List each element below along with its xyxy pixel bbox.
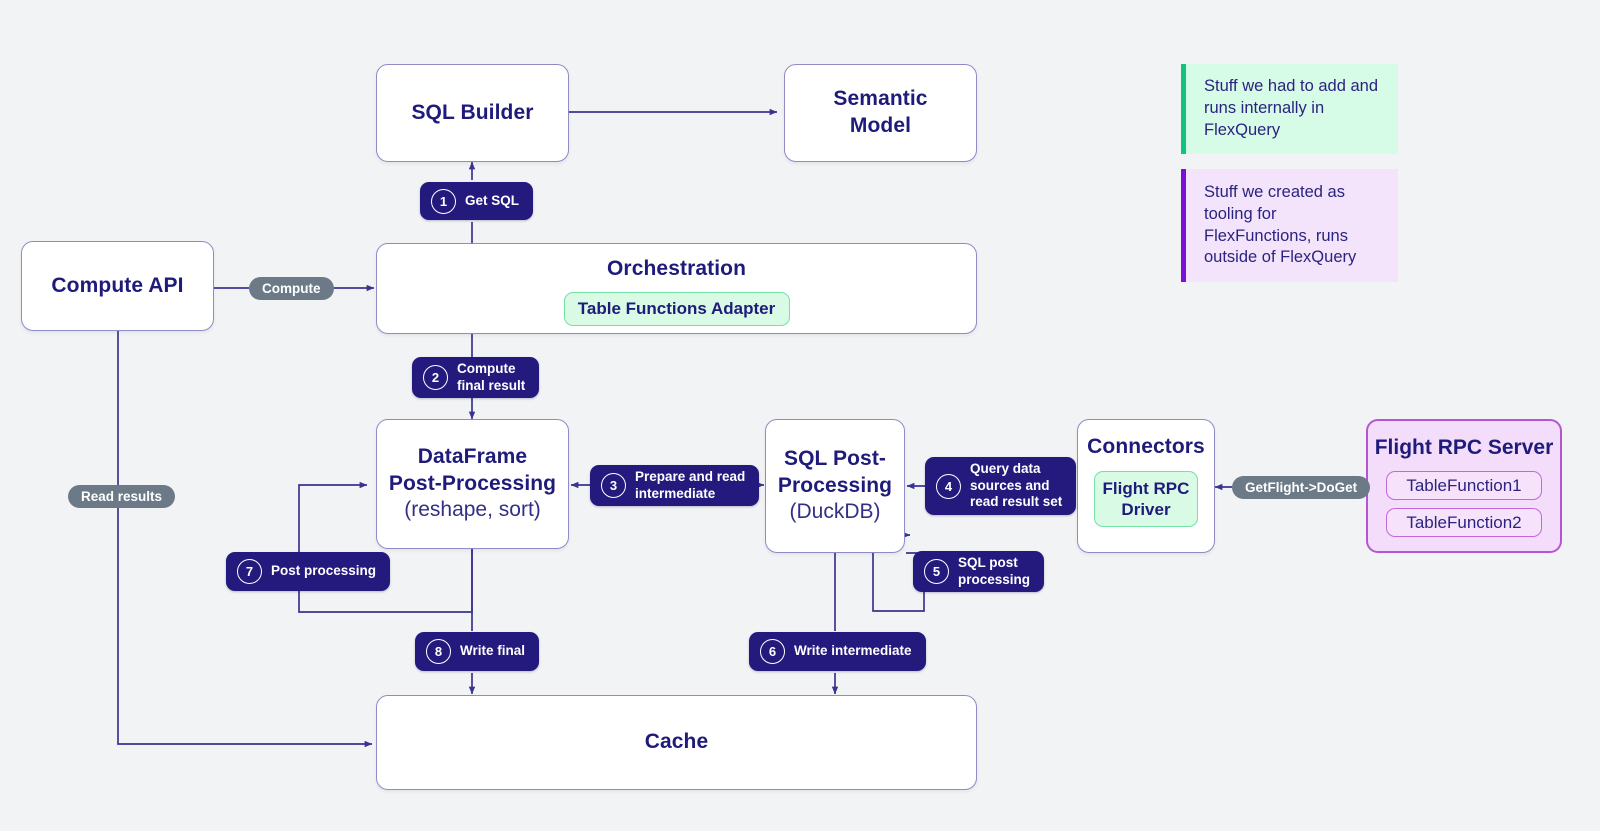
sql-builder-title: SQL Builder [411,100,534,124]
edge-label-get-flight-doget: GetFlight->DoGet [1232,476,1371,499]
step-badge-3[interactable]: 3 Prepare and read intermediate [590,465,760,506]
step-2-label: Compute final result [457,361,526,393]
step-badge-7[interactable]: 7 Post processing [226,552,391,591]
node-connectors[interactable]: Connectors Flight RPC Driver [1077,419,1215,553]
step-8-number: 8 [426,639,451,664]
step-badge-5[interactable]: 5 SQL post processing [913,551,1045,592]
step-6-number: 6 [760,639,785,664]
step-6-label: Write intermediate [794,643,912,659]
step-5-label: SQL post processing [958,555,1031,587]
node-dataframe-post-processing[interactable]: DataFrame Post-Processing (reshape, sort… [376,419,569,549]
edge-label-compute: Compute [249,277,334,300]
flight-rpc-server-title: Flight RPC Server [1374,436,1554,459]
step-4-number: 4 [936,473,961,499]
cache-title: Cache [644,730,709,754]
node-compute-api[interactable]: Compute API [21,241,214,331]
legend-external-text: Stuff we created as tooling for FlexFunc… [1186,169,1398,282]
edge-label-read-results: Read results [68,485,176,508]
step-badge-6[interactable]: 6 Write intermediate [749,632,926,671]
step-1-label: Get SQL [465,192,520,208]
step-5-number: 5 [924,559,949,584]
step-badge-8[interactable]: 8 Write final [415,632,540,671]
panel-flight-rpc-server[interactable]: Flight RPC Server TableFunction1 TableFu… [1366,419,1562,553]
step-2-number: 2 [423,365,448,390]
node-cache[interactable]: Cache [376,695,977,790]
dataframe-post-subtitle: (reshape, sort) [404,498,541,522]
table-functions-adapter-chip[interactable]: Table Functions Adapter [563,291,790,326]
step-1-number: 1 [431,188,456,214]
compute-api-title: Compute API [51,273,184,297]
step-badge-1[interactable]: 1 Get SQL [420,182,534,220]
step-badge-4[interactable]: 4 Query data sources and read result set [925,457,1077,515]
dataframe-post-title: DataFrame Post-Processing [388,444,557,495]
legend-internal-text: Stuff we had to add and runs internally … [1186,64,1398,154]
diagram-canvas: SQL Builder Semantic Model Orchestration… [0,0,1600,831]
step-3-label: Prepare and read intermediate [635,469,746,501]
connectors-title: Connectors [1087,435,1205,458]
step-4-label: Query data sources and read result set [970,461,1063,510]
node-orchestration[interactable]: Orchestration Table Functions Adapter [376,243,977,334]
step-3-number: 3 [601,473,626,498]
sql-post-title: SQL Post- Processing [777,446,893,497]
table-function-1-chip[interactable]: TableFunction1 [1386,471,1542,500]
table-function-2-chip[interactable]: TableFunction2 [1386,508,1542,537]
legend-item-internal: Stuff we had to add and runs internally … [1181,64,1398,154]
step-7-number: 7 [237,559,262,584]
orchestration-title: Orchestration [607,257,746,280]
step-7-label: Post processing [271,563,377,579]
semantic-model-title: Semantic Model [833,87,928,137]
flight-rpc-driver-chip[interactable]: Flight RPC Driver [1094,470,1198,527]
node-sql-post-processing[interactable]: SQL Post- Processing (DuckDB) [765,419,905,553]
step-badge-2[interactable]: 2 Compute final result [412,357,540,398]
legend-item-external: Stuff we created as tooling for FlexFunc… [1181,169,1398,282]
node-sql-builder[interactable]: SQL Builder [376,64,569,162]
node-semantic-model[interactable]: Semantic Model [784,64,977,162]
sql-post-subtitle: (DuckDB) [789,500,881,524]
step-8-label: Write final [460,643,526,659]
